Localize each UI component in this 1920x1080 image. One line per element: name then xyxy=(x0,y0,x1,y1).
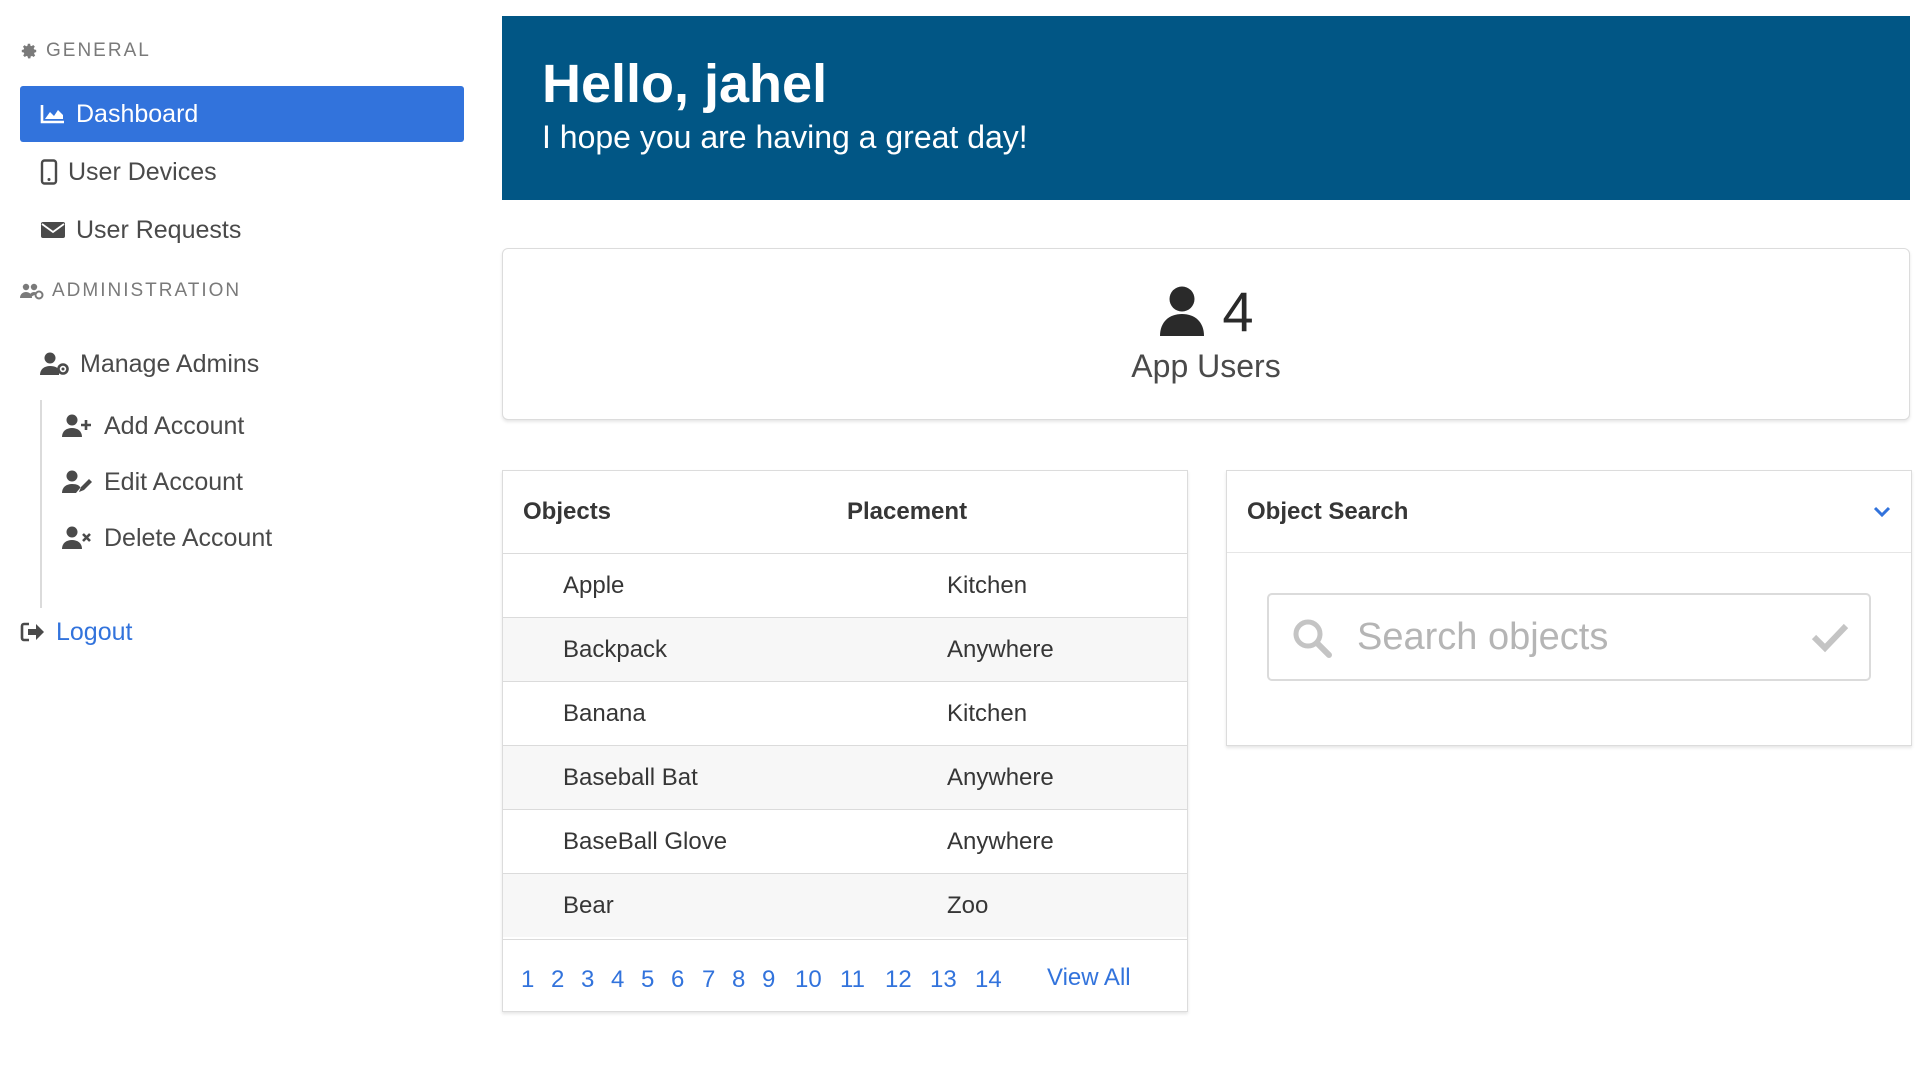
app-users-card: 4 App Users xyxy=(502,248,1910,420)
table-header: Objects Placement xyxy=(503,471,1187,553)
page-link-11[interactable]: 11 xyxy=(840,966,865,994)
pagination: 1 2 3 4 5 6 7 8 9 10 11 12 13 14 View Al… xyxy=(503,939,1187,1013)
manage-admins-submenu: Add Account Edit Account Delete Account xyxy=(40,400,460,608)
object-cell: Apple xyxy=(563,572,625,599)
envelope-icon xyxy=(40,220,66,240)
page-link-7[interactable]: 7 xyxy=(702,966,715,994)
hero-banner: Hello, jahel I hope you are having a gre… xyxy=(502,16,1910,200)
placement-cell: Kitchen xyxy=(947,572,1028,599)
menu-label-general: General xyxy=(20,34,464,68)
object-cell: Backpack xyxy=(563,636,668,663)
hero-subtitle: I hope you are having a great day! xyxy=(542,118,1028,155)
search-icon xyxy=(1291,617,1333,659)
object-search-title: Object Search xyxy=(1247,497,1409,525)
page-link-5[interactable]: 5 xyxy=(641,966,654,994)
menu-label-administration: Administration xyxy=(20,274,241,308)
page-link-14[interactable]: 14 xyxy=(975,966,1002,994)
check-icon xyxy=(1811,621,1849,653)
mobile-icon xyxy=(40,159,58,185)
page-link-1[interactable]: 1 xyxy=(521,966,534,994)
sign-out-icon xyxy=(20,621,46,643)
user-plus-icon xyxy=(62,414,94,438)
chart-area-icon xyxy=(40,103,66,125)
object-cell: Banana xyxy=(563,700,646,727)
column-header-objects[interactable]: Objects xyxy=(523,498,611,526)
sidebar-item-user-devices[interactable]: User Devices xyxy=(20,144,464,200)
sidebar-item-label: User Devices xyxy=(68,157,217,186)
sidebar-item-add-account[interactable]: Add Account xyxy=(62,400,244,452)
sidebar-item-label: Dashboard xyxy=(76,99,199,128)
table-row[interactable]: Bear Zoo xyxy=(503,873,1187,937)
page-link-13[interactable]: 13 xyxy=(930,966,957,994)
page-link-2[interactable]: 2 xyxy=(551,966,564,994)
menu-label-admin-text: Administration xyxy=(52,280,242,301)
placement-cell: Anywhere xyxy=(947,764,1054,791)
view-all-link[interactable]: View All xyxy=(1047,964,1131,992)
sidebar-item-label: User Requests xyxy=(76,215,242,244)
app-root: General Dashboard User Devices User Requ… xyxy=(0,0,1920,1080)
table-row[interactable]: Apple Kitchen xyxy=(503,553,1187,617)
object-cell: Bear xyxy=(563,892,614,919)
search-field xyxy=(1267,593,1871,681)
user-times-icon xyxy=(62,526,94,550)
user-icon xyxy=(1158,286,1206,338)
sidebar-item-delete-account[interactable]: Delete Account xyxy=(62,512,272,564)
sidebar-item-label: Edit Account xyxy=(104,467,243,496)
table-row[interactable]: BaseBall Glove Anywhere xyxy=(503,809,1187,873)
page-link-12[interactable]: 12 xyxy=(885,966,912,994)
users-cog-icon xyxy=(20,282,44,300)
app-users-count: 4 xyxy=(1222,279,1254,343)
object-cell: Baseball Bat xyxy=(563,764,698,791)
logout-label: Logout xyxy=(56,617,133,646)
user-cog-icon xyxy=(40,352,70,376)
placement-cell: Kitchen xyxy=(947,700,1028,727)
objects-table: Objects Placement Apple Kitchen Backpack… xyxy=(502,470,1188,1012)
page-link-4[interactable]: 4 xyxy=(611,966,624,994)
object-search-header[interactable]: Object Search xyxy=(1227,471,1911,553)
sidebar-item-manage-admins[interactable]: Manage Admins xyxy=(20,336,464,392)
hero-title: Hello, jahel xyxy=(542,54,828,114)
table-row[interactable]: Banana Kitchen xyxy=(503,681,1187,745)
column-header-placement[interactable]: Placement xyxy=(847,498,967,526)
table-row[interactable]: Backpack Anywhere xyxy=(503,617,1187,681)
sidebar-item-label: Manage Admins xyxy=(80,349,260,378)
placement-cell: Anywhere xyxy=(947,636,1054,663)
placement-cell: Zoo xyxy=(947,892,989,919)
logout-link[interactable]: Logout xyxy=(20,612,132,652)
object-cell: BaseBall Glove xyxy=(563,828,728,855)
chevron-down-icon[interactable] xyxy=(1873,506,1891,518)
search-input[interactable] xyxy=(1357,609,1797,665)
table-row[interactable]: Baseball Bat Anywhere xyxy=(503,745,1187,809)
placement-cell: Anywhere xyxy=(947,828,1054,855)
sidebar-item-label: Delete Account xyxy=(104,523,273,552)
page-link-9[interactable]: 9 xyxy=(762,966,775,994)
sidebar: General Dashboard User Devices User Requ… xyxy=(20,34,464,646)
app-users-label: App Users xyxy=(1131,347,1281,384)
page-link-8[interactable]: 8 xyxy=(732,966,745,994)
sidebar-item-label: Add Account xyxy=(104,411,245,440)
gear-icon xyxy=(20,42,38,60)
menu-label-general-text: General xyxy=(46,40,151,61)
page-link-6[interactable]: 6 xyxy=(671,966,684,994)
sidebar-item-edit-account[interactable]: Edit Account xyxy=(62,456,243,508)
page-link-10[interactable]: 10 xyxy=(795,966,822,994)
user-edit-icon xyxy=(62,470,94,494)
object-search-card: Object Search xyxy=(1226,470,1912,746)
sidebar-item-user-requests[interactable]: User Requests xyxy=(20,202,464,258)
page-link-3[interactable]: 3 xyxy=(581,966,594,994)
sidebar-item-dashboard[interactable]: Dashboard xyxy=(20,86,464,142)
